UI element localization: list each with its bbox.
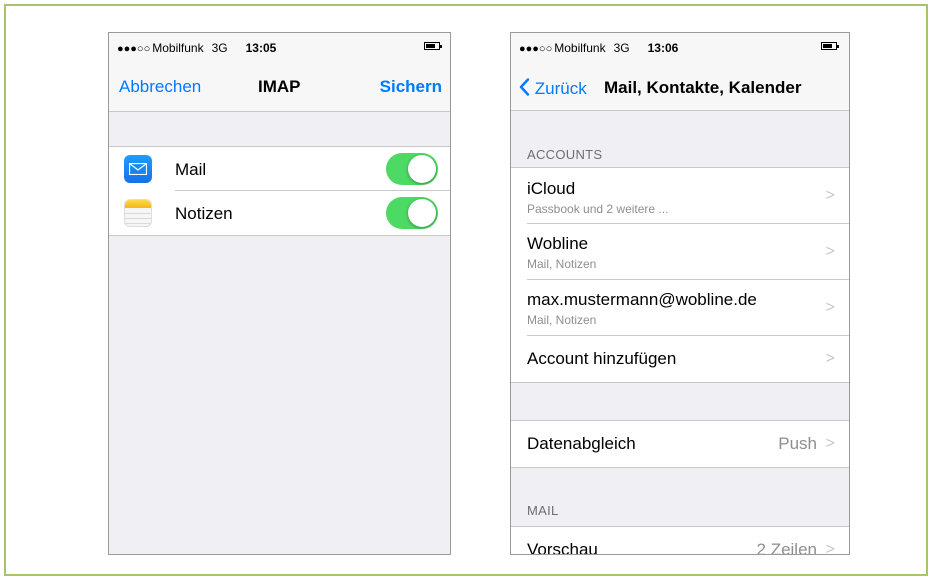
fetch-new-data-row[interactable]: Datenabgleich Push > — [511, 421, 849, 467]
signal-strength-icon: ●●●○○ — [117, 43, 151, 55]
status-time: 13:05 — [245, 41, 277, 55]
account-row-wobline[interactable]: Wobline Mail, Notizen > — [511, 224, 849, 280]
status-bar: ●●●○○ Mobilfunk 3G 13:06 — [519, 41, 678, 55]
account-row-email[interactable]: max.mustermann@wobline.de Mail, Notizen … — [511, 280, 849, 336]
add-account-label: Account hinzufügen — [527, 349, 677, 368]
carrier-label: Mobilfunk — [152, 41, 204, 55]
imap-settings-screen: ●●●○○ Mobilfunk 3G 13:05 Abbrechen IMAP Sic… — [108, 32, 451, 555]
fetch-value: Push — [778, 434, 817, 453]
mail-app-icon — [124, 155, 152, 183]
cancel-button[interactable]: Abbrechen — [119, 77, 201, 97]
accounts-section-header: ACCOUNTS — [527, 147, 603, 162]
status-bar: ●●●○○ Mobilfunk 3G 13:05 — [117, 41, 276, 55]
mail-toggle[interactable] — [386, 153, 438, 185]
chevron-right-icon: > — [825, 435, 835, 452]
mail-contacts-calendar-screen: ●●●○○ Mobilfunk 3G 13:06 Zurück Mail, Konta… — [510, 32, 850, 555]
status-time: 13:06 — [647, 41, 679, 55]
navigation-bar: ●●●○○ Mobilfunk 3G 13:06 Zurück Mail, Konta… — [511, 33, 849, 111]
notes-app-icon — [124, 199, 152, 227]
chevron-right-icon: > — [825, 541, 835, 555]
carrier-label: Mobilfunk — [554, 41, 606, 55]
navigation-bar: ●●●○○ Mobilfunk 3G 13:05 Abbrechen IMAP Sic… — [109, 33, 450, 112]
account-title: max.mustermann@wobline.de — [527, 290, 757, 309]
account-subtitle: Mail, Notizen — [527, 257, 597, 271]
accounts-group: iCloud Passbook und 2 weitere ... > Wobl… — [511, 167, 849, 383]
battery-icon — [424, 42, 442, 50]
notes-label: Notizen — [175, 204, 233, 223]
battery-icon — [821, 42, 839, 50]
preview-value: 2 Zeilen — [756, 540, 817, 555]
notes-toggle[interactable] — [386, 197, 438, 229]
mail-group: Vorschau 2 Zeilen > — [511, 526, 849, 555]
chevron-right-icon: > — [825, 299, 835, 316]
preview-label: Vorschau — [527, 540, 598, 555]
list-item-notes: Notizen — [109, 191, 450, 235]
sync-options-group: Mail Notizen — [109, 146, 450, 236]
back-label: Zurück — [534, 79, 587, 98]
network-type: 3G — [211, 41, 228, 55]
add-account-row[interactable]: Account hinzufügen > — [511, 336, 849, 382]
fetch-group: Datenabgleich Push > — [511, 420, 849, 468]
chevron-left-icon — [519, 78, 530, 96]
account-row-icloud[interactable]: iCloud Passbook und 2 weitere ... > — [511, 168, 849, 224]
mail-section-header: MAIL — [527, 503, 559, 518]
back-button[interactable]: Zurück — [519, 78, 587, 99]
account-title: Wobline — [527, 234, 589, 253]
mail-label: Mail — [175, 160, 207, 179]
chevron-right-icon: > — [825, 243, 835, 260]
fetch-label: Datenabgleich — [527, 434, 636, 453]
network-type: 3G — [613, 41, 630, 55]
list-item-mail: Mail — [109, 147, 450, 191]
signal-strength-icon: ●●●○○ — [519, 43, 553, 55]
chevron-right-icon: > — [825, 187, 835, 204]
chevron-right-icon: > — [825, 350, 835, 367]
account-subtitle: Passbook und 2 weitere ... — [527, 202, 669, 216]
page-title: Mail, Kontakte, Kalender — [604, 78, 802, 97]
account-subtitle: Mail, Notizen — [527, 313, 597, 327]
page-title: IMAP — [258, 77, 301, 96]
preview-row[interactable]: Vorschau 2 Zeilen > — [511, 527, 849, 555]
save-button[interactable]: Sichern — [380, 77, 442, 97]
account-title: iCloud — [527, 179, 576, 198]
